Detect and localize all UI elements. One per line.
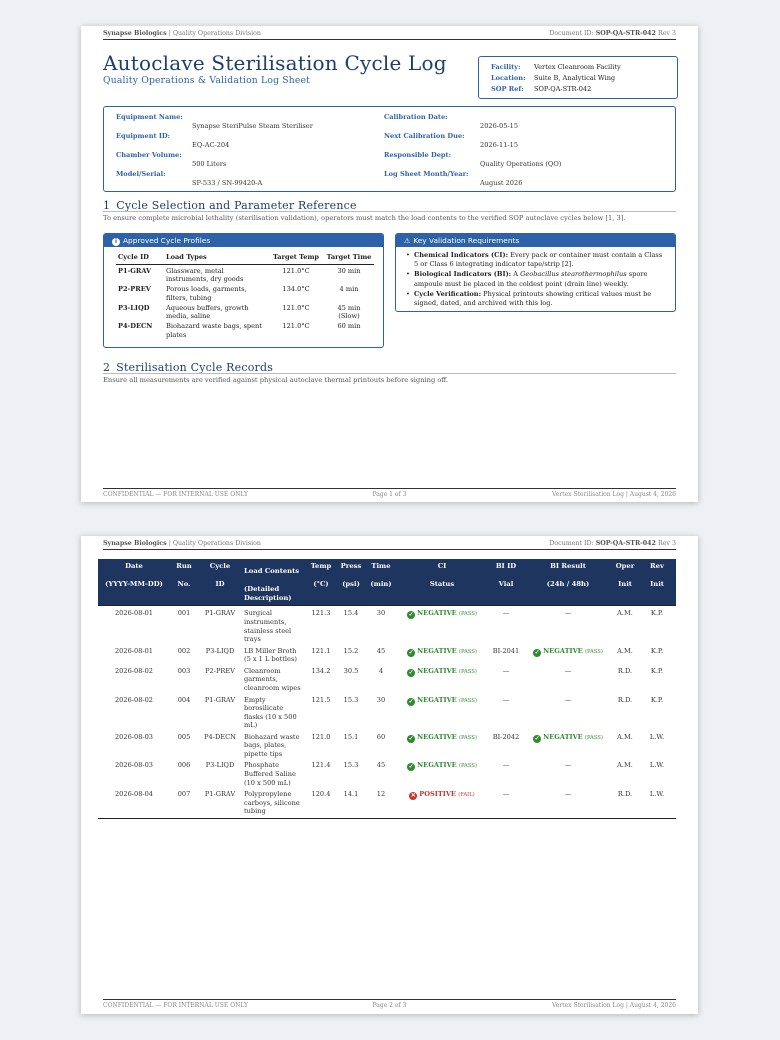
ci-fail-badge: ✕ POSITIVE (FAIL) [409,790,475,801]
check-circle-icon: ✓ [407,648,416,657]
section-2-intro: Ensure all measurements are verified aga… [103,376,449,384]
col-target-time: Target Time [324,251,374,265]
table-row: 2026-08-01 002 P3-LIQD LB Miller Broth (5 x… [114,646,664,664]
log-month-field: Log Sheet Month/Year: August 2026 [384,170,523,187]
footer-rule [103,999,676,1000]
col-load-types: Load Types [164,251,268,265]
bi-pass-badge: ✓ NEGATIVE (PASS) [533,732,603,743]
section-2-rule [103,373,676,374]
warning-icon: ⚠ [404,237,411,245]
ci-pass-badge: ✓ NEGATIVE (PASS) [407,732,477,743]
profile-row: P3-LIQD Aqueous buffers, growth media, sa… [118,303,361,321]
table-row: 2026-08-03 005 P4-DECN Biohazard waste bags… [114,732,665,758]
ci-pass-badge: ✓ NEGATIVE (PASS) [407,646,477,657]
requirement-item: • Biological Indicators (BI): A Geobacill… [406,270,648,288]
col-bi-id: BI ID Vial [488,559,524,606]
document-page-1: Synapse Biologics | Quality Operations D… [81,26,698,502]
footer-rule [103,488,676,489]
facility-row: Facility: Vertex Cleanroom Facility [491,63,621,71]
section-1-intro: To ensure complete microbial lethality (… [103,214,626,222]
next-calibration-field: Next Calibration Due: 2026-11-15 [384,132,519,149]
requirements-list: • Chemical Indicators (CI): Every pack or… [406,251,667,309]
col-press: Press (psi) [336,559,366,606]
validation-requirements-header: ⚠ Key Validation Requirements [396,234,675,247]
col-cycle-id: Cycle ID [116,251,164,265]
col-ci-status: CI Status [396,559,488,606]
cycle-records-table: Date (YYYY-MM-DD) Run No. Cycle ID Load Con… [98,559,676,819]
col-run: Run No. [170,559,198,606]
x-circle-icon: ✕ [409,792,418,801]
sop-ref-row: SOP Ref: SOP-QA-STR-042 [491,85,592,93]
profile-row: P1-GRAV Glassware, metal instruments, dry… [118,267,361,284]
document-id: Document ID: SOP-QA-STR-042 Rev 3 [549,540,676,547]
responsible-dept-field: Responsible Dept: Quality Operations (QO) [384,151,562,168]
requirement-item: • Cycle Verification: Physical printouts … [406,289,652,308]
footer-doc-info: Vertex Sterilisation Log | August 4, 202… [552,491,676,498]
ci-pass-badge: ✓ NEGATIVE (PASS) [407,695,477,706]
facility-box: Facility: Vertex Cleanroom Facility Locat… [478,56,678,99]
page-footer: CONFIDENTIAL — FOR INTERNAL USE ONLY Pag… [103,1002,676,1009]
chamber-volume-field: Chamber Volume: 500 Liters [116,151,227,168]
cycle-profiles-table: Cycle ID Load Types Target Temp Target T… [116,251,374,339]
col-load: Load Contents (Detailed Description) [242,559,306,606]
calibration-date-field: Calibration Date: 2026-05-15 [384,113,519,130]
check-circle-icon: ✓ [533,734,542,743]
check-circle-icon: ✓ [407,611,416,620]
document-id: Document ID: SOP-QA-STR-042 Rev 3 [549,30,676,37]
ci-pass-badge: ✓ NEGATIVE (PASS) [407,666,477,677]
document-page-2: Synapse Biologics | Quality Operations D… [81,536,698,1014]
company-name: Synapse Biologics [103,540,167,547]
cycle-profiles-header: i Approved Cycle Profiles [104,234,383,247]
col-cycle: Cycle ID [198,559,242,606]
company-name: Synapse Biologics [103,30,167,37]
page-footer: CONFIDENTIAL — FOR INTERNAL USE ONLY Pag… [103,491,676,498]
location-row: Location: Suite B, Analytical Wing [491,74,616,82]
header-rule [103,549,676,550]
document-title: Autoclave Sterilisation Cycle Log [103,51,447,75]
table-row: 2026-08-02 003 P2-PREV Cleanroom garments, … [114,666,664,692]
col-bi-result: BI Result (24h / 48h) [524,559,612,606]
records-header-row: Date (YYYY-MM-DD) Run No. Cycle ID Load Con… [98,559,676,606]
document-subtitle: Quality Operations & Validation Log Shee… [103,75,311,86]
check-circle-icon: ✓ [407,734,416,743]
cycle-profiles-card: i Approved Cycle Profiles Cycle ID Load T… [103,233,384,348]
table-row: 2026-08-04 007 P1-GRAV Polypropylene carboy… [98,787,676,819]
check-circle-icon: ✓ [533,648,542,657]
equipment-name-field: Equipment Name: Synapse SteriPulse Steam … [116,113,313,130]
running-header: Synapse Biologics | Quality Operations D… [103,540,676,547]
col-target-temp: Target Temp [268,251,324,265]
requirement-item: • Chemical Indicators (CI): Every pack or… [406,251,663,269]
check-circle-icon: ✓ [407,763,416,772]
ci-pass-badge: ✓ NEGATIVE (PASS) [407,609,477,620]
bi-pass-badge: ✓ NEGATIVE (PASS) [533,646,603,657]
model-serial-field: Model/Serial: SP-533 / SN-99420-A [116,170,263,187]
profile-row: P2-PREV Porous loads, garments, filters, … [118,285,359,302]
col-temp: Temp (°C) [306,559,336,606]
table-row: 2026-08-01 001 P1-GRAV Surgical instruments… [114,609,664,644]
ci-pass-badge: ✓ NEGATIVE (PASS) [407,761,477,772]
profile-row: P4-DECN Biohazard waste bags, spent plate… [118,322,361,339]
table-row: 2026-08-03 006 P3-LIQD Phosphate Buffered S… [114,761,665,787]
footer-doc-info: Vertex Sterilisation Log | August 4, 202… [552,1002,676,1009]
division-name: Quality Operations Division [172,540,261,547]
col-date: Date (YYYY-MM-DD) [98,559,170,606]
col-time: Time (min) [366,559,396,606]
info-icon: i [112,238,120,246]
validation-requirements-card: ⚠ Key Validation Requirements • Chemical I… [395,233,676,312]
table-row: 2026-08-02 004 P1-GRAV Empty borosilicate f… [114,695,664,730]
check-circle-icon: ✓ [407,697,416,706]
col-oper: Oper Init [612,559,638,606]
equipment-info-box: Equipment Name: Synapse SteriPulse Steam … [103,106,676,192]
running-header: Synapse Biologics | Quality Operations D… [103,30,676,37]
equipment-id-field: Equipment ID: EQ-AC-204 [116,132,230,149]
check-circle-icon: ✓ [407,668,416,677]
col-rev: Rev Init [638,559,676,606]
section-1-rule [103,211,676,212]
header-rule [103,39,676,40]
division-name: Quality Operations Division [172,30,261,37]
